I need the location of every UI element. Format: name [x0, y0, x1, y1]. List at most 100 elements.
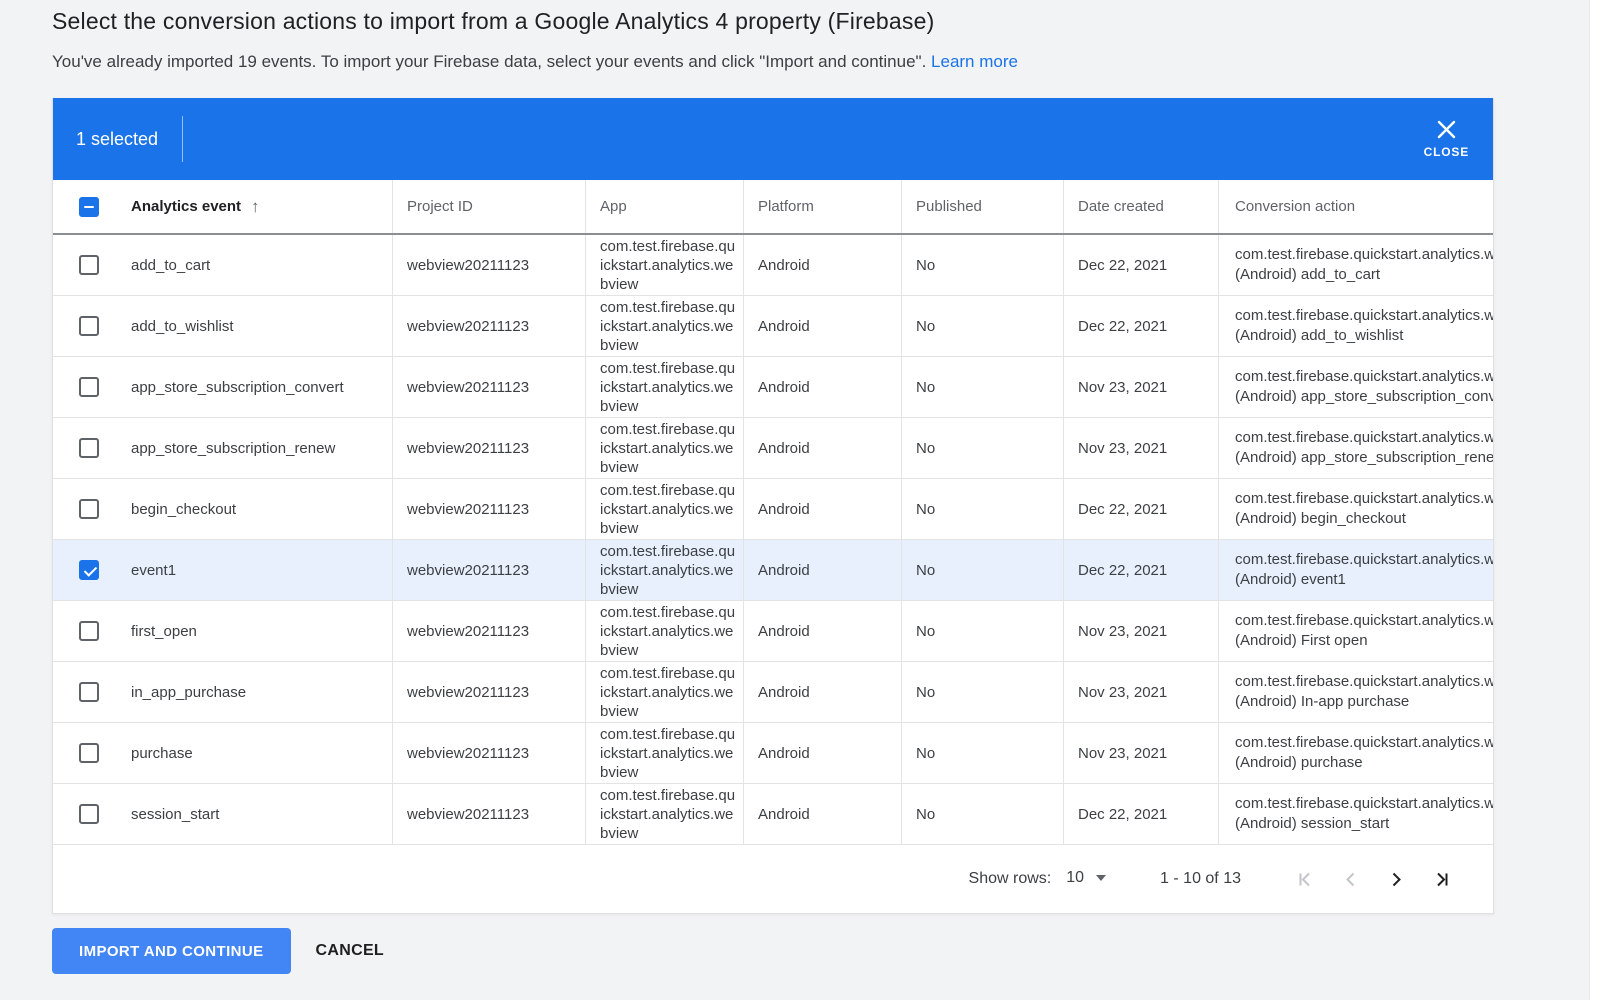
analytics-event-name: event1: [131, 562, 176, 579]
published-value: No: [916, 379, 935, 396]
row-checkbox[interactable]: [79, 316, 99, 336]
date-created-value: Nov 23, 2021: [1078, 684, 1167, 701]
conversion-action-name: (Android) begin_checkout: [1235, 509, 1493, 529]
column-header-date-created[interactable]: Date created: [1078, 198, 1164, 215]
row-checkbox[interactable]: [79, 743, 99, 763]
published-value: No: [916, 623, 935, 640]
row-checkbox[interactable]: [79, 682, 99, 702]
row-checkbox[interactable]: [79, 804, 99, 824]
app-package-value: com.test.firebase.quickstart.analytics.w…: [600, 420, 743, 477]
table-row: app_store_subscription_convert webview20…: [53, 357, 1493, 418]
page-title: Select the conversion actions to import …: [52, 8, 1600, 35]
conversion-action-package: com.test.firebase.quickstart.analytics.w…: [1235, 489, 1493, 509]
table-row: first_open webview20211123 com.test.fire…: [53, 601, 1493, 662]
project-id-value: webview20211123: [407, 257, 529, 274]
column-header-project-id[interactable]: Project ID: [407, 198, 473, 215]
show-rows-dropdown[interactable]: 10: [1064, 867, 1108, 891]
conversion-action-name: (Android) event1: [1235, 570, 1493, 590]
date-created-value: Nov 23, 2021: [1078, 745, 1167, 762]
select-all-checkbox[interactable]: [79, 197, 99, 217]
project-id-value: webview20211123: [407, 379, 529, 396]
date-created-value: Dec 22, 2021: [1078, 318, 1167, 335]
conversion-action-package: com.test.firebase.quickstart.analytics.w…: [1235, 428, 1493, 448]
project-id-value: webview20211123: [407, 623, 529, 640]
project-id-value: webview20211123: [407, 501, 529, 518]
row-checkbox[interactable]: [79, 621, 99, 641]
platform-value: Android: [758, 440, 810, 457]
app-package-value: com.test.firebase.quickstart.analytics.w…: [600, 786, 743, 843]
conversion-action-name: (Android) In-app purchase: [1235, 692, 1493, 712]
platform-value: Android: [758, 623, 810, 640]
last-page-button[interactable]: [1427, 864, 1457, 894]
table-row: add_to_cart webview20211123 com.test.fir…: [53, 235, 1493, 296]
close-button[interactable]: CLOSE: [1422, 115, 1471, 163]
column-header-analytics-event[interactable]: Analytics event: [131, 198, 241, 215]
learn-more-link[interactable]: Learn more: [931, 52, 1018, 71]
column-header-conversion-action[interactable]: Conversion action: [1235, 198, 1355, 215]
date-created-value: Dec 22, 2021: [1078, 806, 1167, 823]
analytics-event-name: session_start: [131, 806, 219, 823]
row-checkbox[interactable]: [79, 560, 99, 580]
conversion-action-package: com.test.firebase.quickstart.analytics.w…: [1235, 550, 1493, 570]
published-value: No: [916, 562, 935, 579]
platform-value: Android: [758, 379, 810, 396]
row-checkbox[interactable]: [79, 377, 99, 397]
column-header-platform[interactable]: Platform: [758, 198, 814, 215]
pagination-range: 1 - 10 of 13: [1160, 870, 1241, 888]
app-package-value: com.test.firebase.quickstart.analytics.w…: [600, 237, 743, 294]
published-value: No: [916, 440, 935, 457]
app-package-value: com.test.firebase.quickstart.analytics.w…: [600, 298, 743, 355]
conversion-action-name: (Android) app_store_subscription_renew: [1235, 448, 1493, 468]
project-id-value: webview20211123: [407, 684, 529, 701]
table-row: app_store_subscription_renew webview2021…: [53, 418, 1493, 479]
published-value: No: [916, 684, 935, 701]
show-rows-value: 10: [1066, 869, 1084, 887]
app-package-value: com.test.firebase.quickstart.analytics.w…: [600, 359, 743, 416]
analytics-event-name: first_open: [131, 623, 197, 640]
close-label: CLOSE: [1424, 145, 1469, 159]
table-row: in_app_purchase webview20211123 com.test…: [53, 662, 1493, 723]
previous-page-button: [1335, 864, 1365, 894]
selection-bar: 1 selected CLOSE: [53, 98, 1493, 180]
date-created-value: Nov 23, 2021: [1078, 623, 1167, 640]
row-checkbox[interactable]: [79, 438, 99, 458]
conversion-action-name: (Android) session_start: [1235, 814, 1493, 834]
analytics-event-name: add_to_cart: [131, 257, 210, 274]
app-package-value: com.test.firebase.quickstart.analytics.w…: [600, 664, 743, 721]
last-page-icon: [1435, 872, 1450, 887]
selected-count: 1 selected: [76, 129, 158, 150]
platform-value: Android: [758, 562, 810, 579]
sort-ascending-icon: ↑: [251, 197, 260, 217]
import-and-continue-button[interactable]: IMPORT AND CONTINUE: [52, 928, 291, 974]
column-header-app[interactable]: App: [600, 198, 627, 215]
conversion-action-name: (Android) purchase: [1235, 753, 1493, 773]
events-table-card: 1 selected CLOSE Analytics event ↑ Proje…: [52, 98, 1494, 914]
show-rows-label: Show rows:: [969, 870, 1052, 888]
conversion-action-name: (Android) add_to_cart: [1235, 265, 1493, 285]
row-checkbox[interactable]: [79, 499, 99, 519]
analytics-event-name: app_store_subscription_convert: [131, 379, 344, 396]
column-header-published[interactable]: Published: [916, 198, 982, 215]
published-value: No: [916, 745, 935, 762]
next-page-button[interactable]: [1381, 864, 1411, 894]
row-checkbox[interactable]: [79, 255, 99, 275]
date-created-value: Dec 22, 2021: [1078, 501, 1167, 518]
conversion-action-package: com.test.firebase.quickstart.analytics.w…: [1235, 245, 1493, 265]
table-row: session_start webview20211123 com.test.f…: [53, 784, 1493, 845]
published-value: No: [916, 318, 935, 335]
app-package-value: com.test.firebase.quickstart.analytics.w…: [600, 725, 743, 782]
project-id-value: webview20211123: [407, 440, 529, 457]
date-created-value: Dec 22, 2021: [1078, 562, 1167, 579]
table-row: begin_checkout webview20211123 com.test.…: [53, 479, 1493, 540]
table-footer: Show rows: 10 1 - 10 of 13: [53, 845, 1493, 913]
conversion-action-name: (Android) app_store_subscription_convert: [1235, 387, 1493, 407]
close-icon: [1436, 119, 1457, 140]
platform-value: Android: [758, 501, 810, 518]
table-row: add_to_wishlist webview20211123 com.test…: [53, 296, 1493, 357]
first-page-button: [1289, 864, 1319, 894]
cancel-button[interactable]: CANCEL: [316, 942, 384, 960]
table-header-row: Analytics event ↑ Project ID App Platfor…: [53, 180, 1493, 235]
scrollbar[interactable]: [1589, 0, 1600, 1000]
app-package-value: com.test.firebase.quickstart.analytics.w…: [600, 481, 743, 538]
import-conversions-page: Select the conversion actions to import …: [0, 0, 1600, 974]
